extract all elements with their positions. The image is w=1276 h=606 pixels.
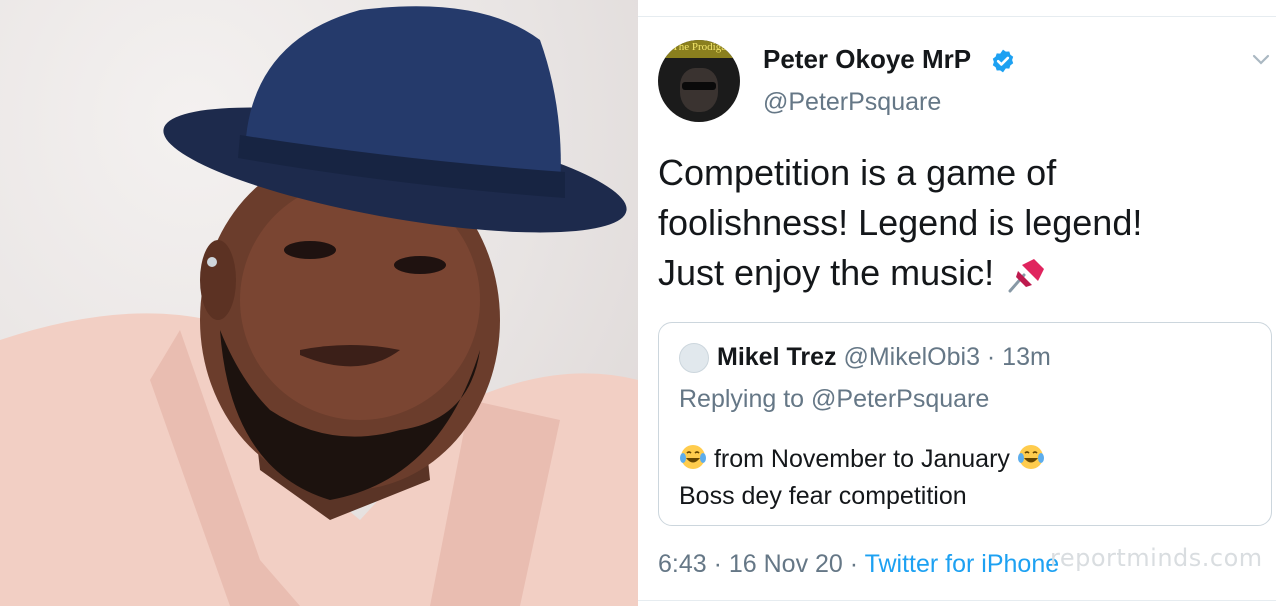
quoted-author-name[interactable]: Mikel Trez <box>717 343 837 371</box>
quoted-line-1: from November to January <box>679 441 1045 478</box>
tweet-text: Competition is a game of foolishness! Le… <box>658 148 1258 298</box>
tweet-card: The Prodigal Peter Okoye MrP @PeterPsqua… <box>638 0 1276 606</box>
avatar-banner: The Prodigal <box>658 40 740 58</box>
quoted-line-1-text: from November to January <box>707 445 1017 473</box>
author-avatar[interactable]: The Prodigal <box>658 40 740 122</box>
tweet-text-line: Just enjoy the music! <box>658 248 1258 298</box>
avatar-glasses <box>682 82 716 90</box>
quoted-author-meta: @MikelObi3 · 13m <box>836 343 1051 371</box>
quoted-tweet[interactable]: Mikel Trez @MikelObi3 · 13m Replying to … <box>658 322 1272 526</box>
tweet-footer: 6:43 · 16 Nov 20 · Twitter for iPhone <box>658 550 1059 579</box>
quoted-tweet-header: Mikel Trez @MikelObi3 · 13m <box>717 343 1051 372</box>
tweet-source-link[interactable]: Twitter for iPhone <box>865 550 1060 578</box>
avatar-face <box>680 68 718 112</box>
divider <box>638 600 1276 601</box>
portrait-illustration <box>0 6 638 606</box>
pushpin-icon <box>1008 259 1045 293</box>
tweet-text-line: Competition is a game of <box>658 152 1057 193</box>
tears-of-joy-icon <box>680 445 706 469</box>
portrait-photo <box>0 0 638 606</box>
tweet-timestamp[interactable]: 6:43 · 16 Nov 20 · <box>658 550 865 578</box>
author-handle[interactable]: @PeterPsquare <box>763 88 941 117</box>
divider <box>638 16 1276 17</box>
tears-of-joy-icon <box>1017 445 1044 469</box>
watermark: reportminds.com <box>1050 544 1263 572</box>
quoted-tweet-text: from November to January Boss dey fear c… <box>679 441 1045 515</box>
chevron-down-icon[interactable] <box>1252 54 1270 66</box>
verified-badge-icon <box>992 49 1014 73</box>
quoted-line-2: Boss dey fear competition <box>679 482 967 510</box>
author-name[interactable]: Peter Okoye MrP <box>763 44 971 75</box>
replying-to: Replying to @PeterPsquare <box>679 385 990 413</box>
tweet-text-line-3: Just enjoy the music! <box>658 252 995 293</box>
avatar-caption: The Prodigal <box>672 41 730 53</box>
quoted-author-avatar[interactable] <box>679 343 709 373</box>
tweet-text-line: foolishness! Legend is legend! <box>658 202 1143 243</box>
